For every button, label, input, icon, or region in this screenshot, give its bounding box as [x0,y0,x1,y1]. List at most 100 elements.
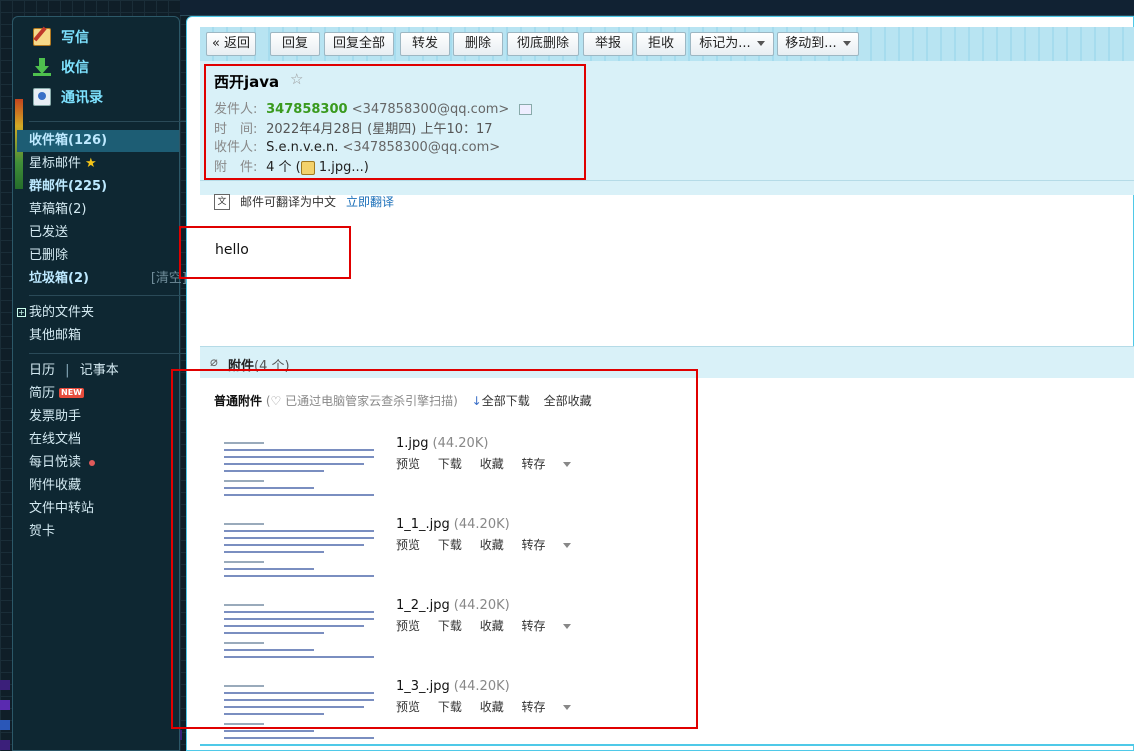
folder-junk-label: 垃圾箱(2) [29,271,89,286]
chevron-down-icon [562,705,571,710]
attachment-thumbnail[interactable] [220,679,380,741]
clear-junk-link[interactable]: [清空] [151,268,187,290]
receive-button[interactable]: 收信 [33,55,89,79]
folder-deleted[interactable]: 已删除 [29,245,191,267]
mark-as-dropdown[interactable]: 标记为... [690,32,774,56]
attachment-thumbnail[interactable] [220,598,380,668]
attachment-thumbnail[interactable] [220,517,380,587]
attachment-summary-pre: 4 个 ( [266,160,301,175]
mail-subject: 西开java [214,73,280,91]
reply-button[interactable]: 回复 [270,32,320,56]
chevron-down-icon [562,543,571,548]
report-button[interactable]: 举报 [583,32,633,56]
attachment-item: 1_1_.jpg (44.20K) 预览 下载 收藏 转存 [220,517,900,593]
back-button[interactable]: « 返回 [206,32,256,56]
sender-name[interactable]: 347858300 [266,102,347,117]
reject-button[interactable]: 拒收 [636,32,686,56]
save-to-dropdown[interactable]: 转存 [522,457,571,471]
collect-link[interactable]: 收藏 [480,619,504,633]
download-link[interactable]: 下载 [438,619,462,633]
download-icon [33,58,51,76]
preview-link[interactable]: 预览 [396,700,420,714]
app-cards[interactable]: 贺卡 [29,521,191,543]
attachment-thumbnail[interactable] [220,436,380,506]
download-link[interactable]: 下载 [438,538,462,552]
contacts-label: 通讯录 [61,90,103,106]
reply-all-button[interactable]: 回复全部 [324,32,394,56]
folder-inbox[interactable]: 收件箱(126) [17,130,179,152]
write-label: 写信 [61,30,89,46]
delete-button[interactable]: 删除 [453,32,503,56]
collect-all-link[interactable]: 全部收藏 [544,394,592,408]
translate-bar: 文 邮件可翻译为中文 立即翻译 [214,193,394,210]
scan-paren-close: ) [453,394,458,408]
mail-header: 西开java ☆ 发件人: 347858300 <347858300@qq.co… [200,61,1134,210]
calendar-link[interactable]: 日历 [29,363,55,378]
write-button[interactable]: 写信 [33,25,89,49]
app-file-transfer[interactable]: 文件中转站 [29,498,191,520]
download-all-link[interactable]: ↓全部下载 [472,394,530,408]
app-daily-read[interactable]: 每日悦读 [29,452,191,474]
folder-drafts[interactable]: 草稿箱(2) [29,199,191,221]
paperclip-icon: ⌀ [210,355,218,370]
download-link[interactable]: 下载 [438,457,462,471]
contact-card-icon[interactable] [519,104,533,115]
download-link[interactable]: 下载 [438,700,462,714]
to-label: 收件人: [214,140,258,155]
preview-link[interactable]: 预览 [396,538,420,552]
resume-label: 简历 [29,386,56,401]
expand-icon[interactable]: + [17,308,26,317]
other-mailboxes[interactable]: 其他邮箱 [29,325,191,347]
attachment-item: 1_3_.jpg (44.20K) 预览 下载 收藏 转存 [220,679,900,751]
app-invoice[interactable]: 发票助手 [29,406,191,428]
save-to-label: 转存 [521,457,546,471]
notes-link[interactable]: 记事本 [80,363,119,378]
chevron-down-icon [562,624,571,629]
top-strip [180,0,1134,16]
folder-junk[interactable]: 垃圾箱(2) [清空] [29,268,191,290]
pencil-icon [33,28,51,46]
from-row: 发件人: 347858300 <347858300@qq.com> [214,98,533,117]
folder-starred-label: 星标邮件 [29,156,82,171]
save-to-dropdown[interactable]: 转存 [522,700,571,714]
attachment-actions: 预览 下载 收藏 转存 [396,536,585,553]
collect-link[interactable]: 收藏 [480,538,504,552]
mark-as-label: 标记为... [699,36,751,51]
recipient-name[interactable]: S.e.n.v.e.n. [266,140,338,155]
move-to-label: 移动到... [785,36,837,51]
collect-link[interactable]: 收藏 [480,457,504,471]
file-transfer-label: 文件中转站 [29,501,95,516]
folder-sent[interactable]: 已发送 [29,222,191,244]
preview-link[interactable]: 预览 [396,457,420,471]
receive-label: 收信 [61,60,89,76]
contacts-button[interactable]: 通讯录 [33,85,103,109]
translate-now-link[interactable]: 立即翻译 [346,193,394,210]
app-attachment-collection[interactable]: 附件收藏 [29,475,191,497]
app-resume[interactable]: 简历 NEW [29,383,191,405]
time-label: 时 间: [214,122,258,137]
forward-button[interactable]: 转发 [400,32,450,56]
preview-link[interactable]: 预览 [396,619,420,633]
chevron-down-icon [756,41,765,46]
sender-email: <347858300@qq.com> [351,102,510,117]
my-folders[interactable]: + 我的文件夹 [17,302,179,324]
delete-permanently-button[interactable]: 彻底删除 [507,32,579,56]
chevron-down-icon [562,462,571,467]
attachment-summary-post[interactable]: 1.jpg...) [315,160,369,175]
collect-link[interactable]: 收藏 [480,700,504,714]
save-to-dropdown[interactable]: 转存 [522,619,571,633]
translate-icon: 文 [214,193,230,210]
star-toggle-icon[interactable]: ☆ [290,70,303,88]
attachments-panel: 普通附件 (♡ 已通过电脑管家云查杀引擎扫描) ↓全部下载 全部收藏 1.jpg… [200,378,1134,744]
attachments-title-text: 附件 [228,359,255,374]
sidebar: 写信 收信 通讯录 收件箱(126) 星标邮件 ★ 群邮件(225) 草稿箱(2)… [12,16,189,751]
normal-attachments-label: 普通附件 [214,394,263,408]
move-to-dropdown[interactable]: 移动到... [777,32,859,56]
app-docs[interactable]: 在线文档 [29,429,191,451]
my-folders-label: 我的文件夹 [29,305,95,320]
folder-group-label: 群邮件(225) [29,179,108,194]
folder-group[interactable]: 群邮件(225) [29,176,191,198]
mail-reader: « 返回 回复 回复全部 转发 删除 彻底删除 举报 拒收 标记为... 移动到… [186,16,1134,751]
folder-starred[interactable]: 星标邮件 ★ [29,153,191,175]
save-to-dropdown[interactable]: 转存 [522,538,571,552]
